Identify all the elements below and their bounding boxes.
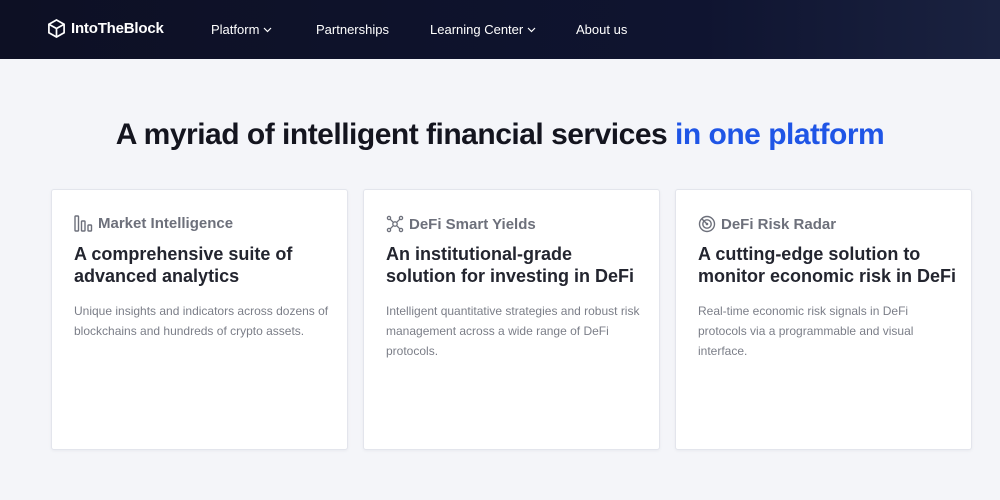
nav-item-label: Platform	[211, 22, 260, 37]
card-description: Unique insights and indicators across do…	[74, 304, 329, 338]
brand-logo-link[interactable]: IntoTheBlock	[47, 19, 164, 38]
network-icon	[386, 215, 404, 233]
chevron-down-icon	[263, 27, 272, 32]
card-category: Market Intelligence	[74, 215, 233, 232]
nav-item-label: About us	[576, 22, 628, 37]
bar-chart-icon	[74, 215, 93, 232]
card-title: An institutional-grade solution for inve…	[386, 244, 635, 286]
card-description: Real-time economic risk signals in DeFi …	[698, 304, 914, 358]
card-category: DeFi Smart Yields	[386, 215, 536, 233]
service-card-defi-smart-yields[interactable]: DeFi Smart Yields An institutional-grade…	[363, 189, 660, 450]
card-category: DeFi Risk Radar	[698, 215, 836, 233]
card-category-label: Market Intelligence	[98, 215, 234, 232]
chevron-down-icon	[527, 27, 536, 32]
nav-item-platform[interactable]: Platform	[211, 22, 272, 37]
nav-item-learning-center[interactable]: Learning Center	[430, 22, 536, 37]
service-card-market-intelligence[interactable]: Market Intelligence A comprehensive suit…	[51, 189, 348, 450]
nav-item-label: Learning Center	[430, 22, 524, 37]
top-navbar: IntoTheBlock Platform Partnerships Learn…	[0, 0, 1000, 59]
page-headline: A myriad of intelligent financial servic…	[0, 118, 1000, 152]
service-card-defi-risk-radar[interactable]: DeFi Risk Radar A cutting-edge solution …	[675, 189, 972, 450]
nav-item-partnerships[interactable]: Partnerships	[316, 22, 389, 37]
cube-logo-icon	[48, 19, 65, 38]
headline-accent: in one platform	[675, 118, 885, 151]
headline-main: A myriad of intelligent financial servic…	[115, 118, 668, 151]
nav-item-label: Partnerships	[316, 22, 389, 37]
card-description: Intelligent quantitative strategies and …	[386, 304, 640, 358]
card-title: A cutting-edge solution to monitor econo…	[698, 244, 957, 286]
card-category-label: DeFi Smart Yields	[409, 215, 536, 233]
card-title: A comprehensive suite of advanced analyt…	[74, 244, 293, 286]
brand-name: IntoTheBlock	[71, 20, 164, 37]
radar-icon	[698, 215, 716, 233]
nav-item-about-us[interactable]: About us	[576, 22, 627, 37]
card-category-label: DeFi Risk Radar	[721, 215, 837, 233]
